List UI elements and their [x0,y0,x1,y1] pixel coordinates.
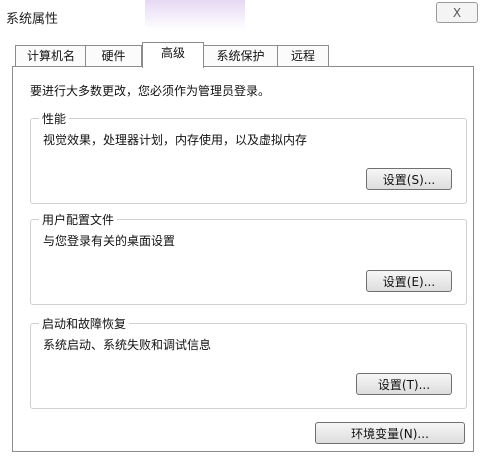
startup-recovery-title: 启动和故障恢复 [39,315,130,332]
tab-label: 硬件 [101,49,126,63]
user-profiles-group: 用户配置文件 与您登录有关的桌面设置 设置(E)... [30,211,467,305]
title-bar[interactable]: 系统属性 X [0,0,480,34]
tab-computer-name[interactable]: 计算机名 [15,45,87,66]
user-profiles-settings-button[interactable]: 设置(E)... [366,270,452,292]
close-button[interactable]: X [436,2,478,23]
performance-group: 性能 视觉效果，处理器计划，内存使用，以及虚拟内存 设置(S)... [30,110,467,204]
close-icon: X [452,5,462,20]
startup-recovery-group: 启动和故障恢复 系统启动、系统失败和调试信息 设置(T)... [30,315,467,409]
performance-settings-button[interactable]: 设置(S)... [366,168,452,190]
startup-recovery-description: 系统启动、系统失败和调试信息 [43,338,212,352]
admin-notice: 要进行大多数更改，您必须作为管理员登录。 [30,84,271,98]
tab-hardware[interactable]: 硬件 [85,45,142,66]
user-profiles-title: 用户配置文件 [39,211,118,228]
tab-remote[interactable]: 远程 [277,45,329,66]
tab-label: 系统保护 [216,49,265,63]
performance-title: 性能 [39,110,70,127]
user-profiles-description: 与您登录有关的桌面设置 [43,234,176,248]
tab-label: 远程 [290,49,315,63]
title-bar-blur [145,0,245,30]
performance-description: 视觉效果，处理器计划，内存使用，以及虚拟内存 [43,133,308,147]
environment-variables-button[interactable]: 环境变量(N)... [315,422,465,444]
tab-system-protection[interactable]: 系统保护 [203,45,278,66]
system-properties-window: 系统属性 X 计算机名 硬件 高级 系统保护 远程 要进行大多数更改，您必须作为… [0,0,480,459]
tab-label: 高级 [160,46,185,60]
tab-label: 计算机名 [26,49,75,63]
startup-recovery-settings-button[interactable]: 设置(T)... [356,373,452,395]
tab-advanced[interactable]: 高级 [142,42,204,68]
window-title: 系统属性 [6,12,59,27]
